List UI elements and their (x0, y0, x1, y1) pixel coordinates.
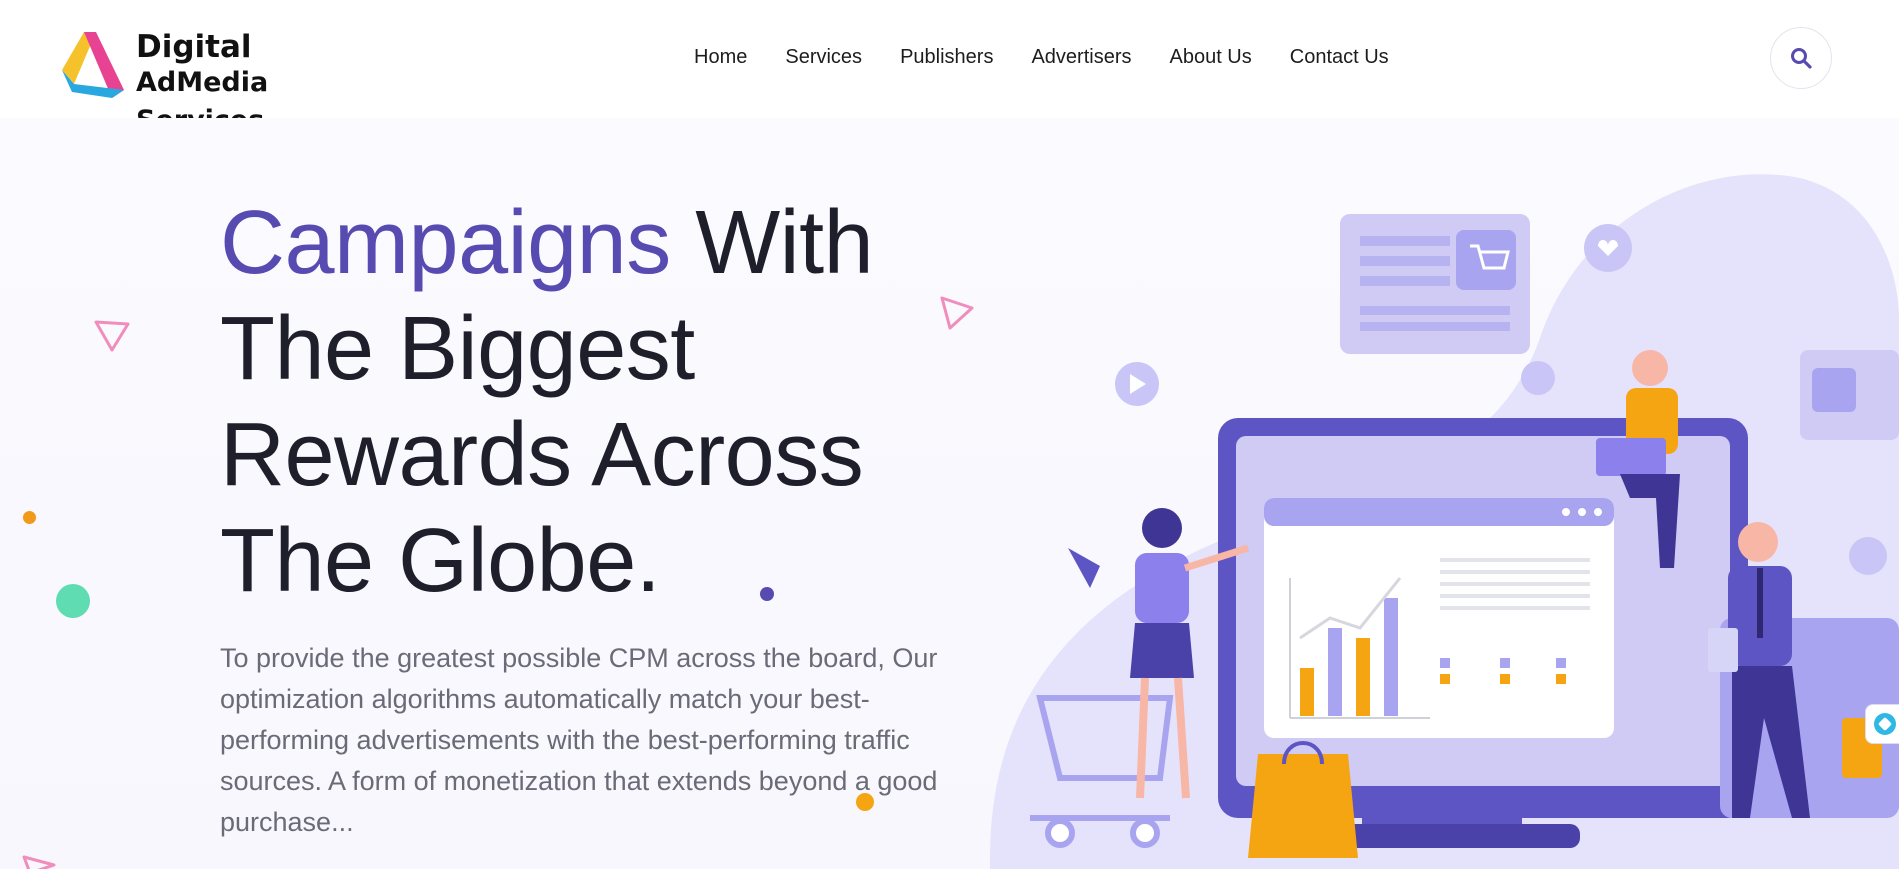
nav-contact-us[interactable]: Contact Us (1290, 42, 1389, 72)
nav-home[interactable]: Home (694, 42, 747, 72)
main-nav: Home Services Publishers Advertisers Abo… (694, 42, 1427, 72)
dot-decoration (23, 511, 36, 524)
dot-decoration (56, 584, 90, 618)
headline-part-4: The Globe. (220, 511, 661, 611)
nav-publishers[interactable]: Publishers (900, 42, 993, 72)
headline-part-1: With (670, 193, 874, 293)
search-button[interactable] (1770, 27, 1832, 89)
nav-services[interactable]: Services (785, 42, 862, 72)
hero-illustration (990, 174, 1899, 869)
brand-logo[interactable]: Digital AdMedia Services (62, 26, 372, 136)
triangle-outline-icon (94, 320, 130, 352)
site-header: Digital AdMedia Services Home Services P… (0, 0, 1899, 136)
headline-part-2: The Biggest (220, 299, 695, 399)
headline-accent: Campaigns (220, 193, 671, 293)
search-icon (1791, 48, 1812, 69)
headline-part-3: Rewards Across (220, 405, 864, 505)
hero-headline: Campaigns With The Biggest Rewards Acros… (220, 190, 960, 614)
chat-widget-button[interactable] (1865, 704, 1899, 744)
brand-line-1: Digital (136, 29, 252, 65)
nav-advertisers[interactable]: Advertisers (1031, 42, 1131, 72)
triangle-outline-icon (22, 855, 56, 869)
hero-section: Campaigns With The Biggest Rewards Acros… (0, 118, 1899, 869)
chat-widget-icon (1874, 713, 1896, 735)
nav-about-us[interactable]: About Us (1169, 42, 1251, 72)
hero-description: To provide the greatest possible CPM acr… (220, 643, 938, 837)
triangle-logo-icon (62, 32, 124, 98)
